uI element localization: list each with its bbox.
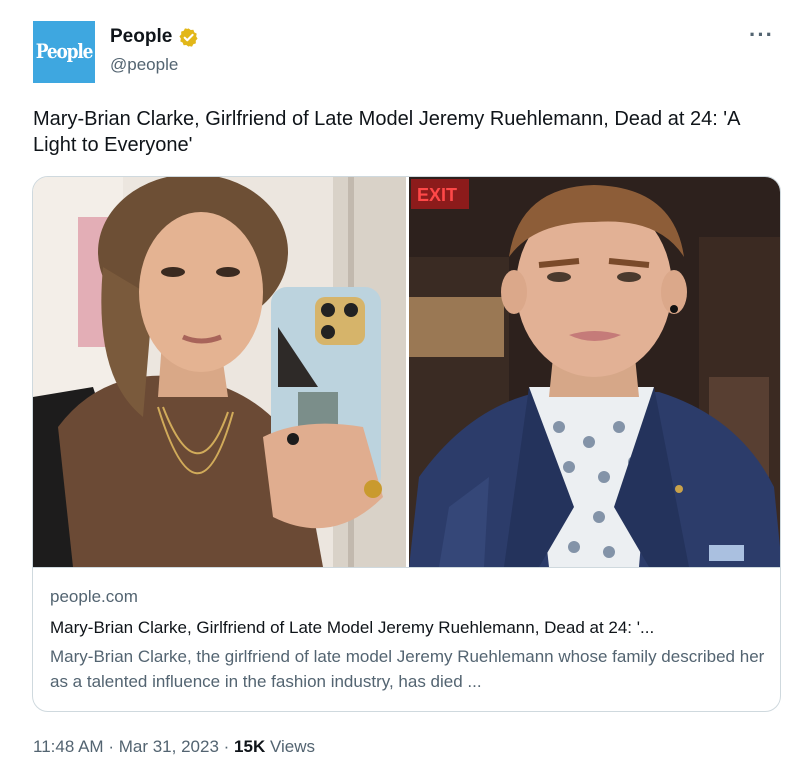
more-options-icon[interactable]: ···: [749, 22, 774, 48]
avatar[interactable]: People: [33, 21, 95, 83]
card-domain: people.com: [50, 587, 138, 606]
tweet-footer: 11:48 AM · Mar 31, 2023 · 15K Views: [33, 737, 315, 757]
tweet-date[interactable]: Mar 31, 2023: [119, 737, 219, 756]
man-portrait-photo: EXIT: [409, 177, 780, 567]
card-image[interactable]: EXIT: [33, 177, 780, 567]
card-description: Mary-Brian Clarke, the girlfriend of lat…: [50, 647, 765, 691]
card-divider: [33, 567, 780, 568]
footer-separator: ·: [223, 737, 230, 756]
verified-badge-icon: [179, 27, 198, 47]
views-label: Views: [269, 737, 316, 756]
author-name-row: People: [110, 26, 199, 48]
handle[interactable]: @people: [110, 55, 178, 75]
views-count: 15K: [234, 737, 266, 756]
tweet-text: Mary-Brian Clarke, Girlfriend of Late Mo…: [33, 108, 740, 156]
woman-selfie-photo: [33, 177, 406, 567]
card-title: Mary-Brian Clarke, Girlfriend of Late Mo…: [50, 618, 655, 637]
display-name[interactable]: People: [110, 26, 172, 48]
link-card[interactable]: EXIT people.com Mary-Brian Clarke, Girlf…: [32, 176, 781, 712]
exit-sign-text: EXIT: [417, 185, 457, 205]
footer-separator: ·: [108, 737, 114, 756]
tweet-time[interactable]: 11:48 AM: [33, 737, 104, 756]
avatar-logo-text: People: [35, 40, 94, 64]
tweet: People People @people ··· Mary-Brian Cla…: [0, 0, 800, 783]
